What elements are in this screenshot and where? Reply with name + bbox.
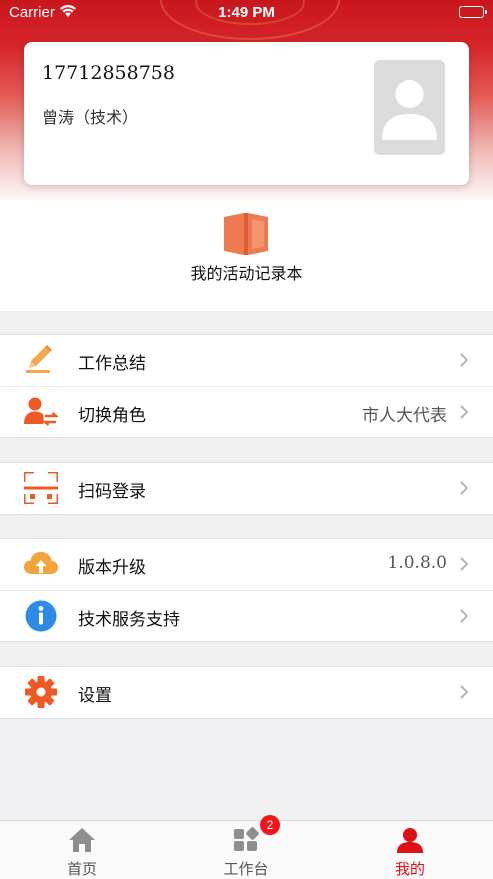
menu-item-title: 技术服务支持: [78, 610, 180, 630]
cloud-upload-icon: [24, 552, 58, 574]
tab-label: 首页: [66, 860, 97, 878]
menu-item-value: 1.0.8.0: [387, 553, 447, 573]
tab-mine[interactable]: 我的: [350, 821, 470, 879]
tab-label: 我的: [394, 860, 425, 878]
menu-item-settings[interactable]: 设置: [0, 667, 493, 718]
chevron-right-icon: [460, 353, 469, 367]
pencil-icon: [26, 345, 52, 373]
tab-label: 工作台: [223, 860, 269, 878]
menu-item-title: 切换角色: [78, 406, 146, 426]
profile-phone: 17712858758: [42, 62, 175, 84]
avatar[interactable]: [374, 60, 445, 155]
home-icon: [69, 828, 95, 852]
menu-group-scan: 扫码登录: [0, 462, 493, 515]
menu-item-scan-login[interactable]: 扫码登录: [0, 463, 493, 514]
book-icon: [224, 213, 268, 255]
menu-group-support: 版本升级 1.0.8.0 技术服务支持: [0, 538, 493, 642]
info-icon: [25, 600, 57, 632]
menu-group-work: 工作总结 切换角色 市人大代表: [0, 334, 493, 438]
gear-icon: [25, 676, 57, 708]
activity-record-book[interactable]: 我的活动记录本: [0, 205, 493, 285]
workbench-icon: [234, 827, 259, 851]
menu-item-title: 设置: [78, 686, 112, 706]
chevron-right-icon: [460, 557, 469, 571]
menu-group-settings: 设置: [0, 666, 493, 719]
chevron-right-icon: [460, 685, 469, 699]
menu-item-switch-role[interactable]: 切换角色 市人大代表: [0, 386, 493, 437]
notification-badge: 2: [260, 815, 280, 835]
chevron-right-icon: [460, 609, 469, 623]
avatar-placeholder-icon: [382, 80, 437, 140]
menu-item-title: 版本升级: [78, 558, 146, 578]
switch-user-icon: [24, 397, 58, 426]
tab-workbench[interactable]: 2 工作台: [186, 815, 306, 879]
profile-icon: [397, 828, 423, 853]
chevron-right-icon: [460, 481, 469, 495]
chevron-right-icon: [460, 405, 469, 419]
activity-label: 我的活动记录本: [190, 264, 303, 283]
menu-item-value: 市人大代表: [362, 406, 447, 426]
profile-card[interactable]: 17712858758 曾涛（技术）: [24, 42, 469, 185]
status-bar: Carrier 1:49 PM: [0, 0, 493, 26]
scan-qr-icon: [24, 472, 58, 504]
menu-item-tech-support[interactable]: 技术服务支持: [0, 590, 493, 641]
battery-icon: [459, 6, 487, 18]
tab-bar: 首页 2 工作台 我的: [0, 815, 493, 879]
menu-item-work-summary[interactable]: 工作总结: [0, 335, 493, 386]
profile-name: 曾涛（技术）: [42, 108, 139, 127]
menu-item-title: 工作总结: [78, 354, 146, 374]
status-time: 1:49 PM: [218, 4, 275, 21]
menu-item-title: 扫码登录: [78, 482, 146, 502]
tab-home[interactable]: 首页: [22, 821, 142, 879]
menu-item-version-upgrade[interactable]: 版本升级 1.0.8.0: [0, 539, 493, 590]
